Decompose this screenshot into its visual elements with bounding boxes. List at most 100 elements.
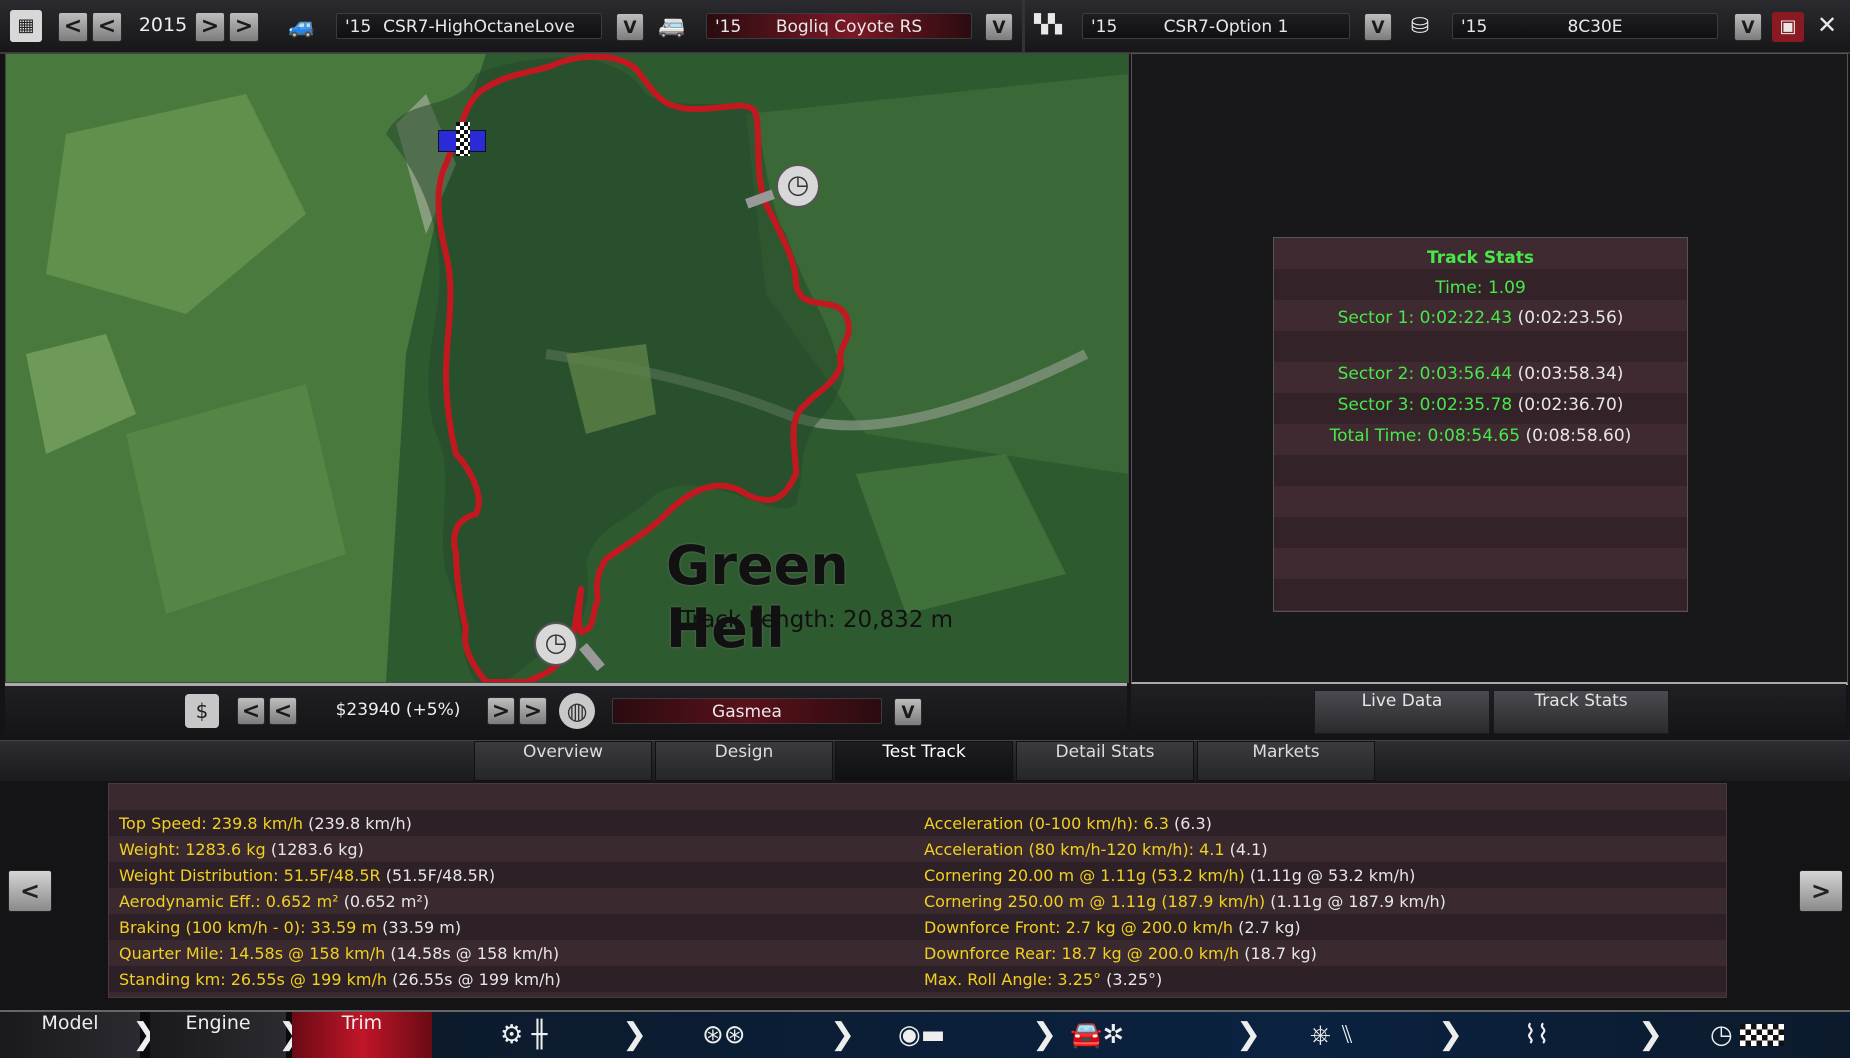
detail-row: Downforce Front: 2.7 kg @ 200.0 km/h (2.…	[924, 918, 1301, 937]
detail-value: Cornering 250.00 m @ 1.11g (187.9 km/h)	[924, 892, 1266, 911]
brakes-icon[interactable]: ◉▬	[898, 1012, 945, 1058]
market-name: Gasmea	[712, 702, 782, 722]
detail-stats-box: Top Speed: 239.8 km/h (239.8 km/h) Weigh…	[108, 783, 1727, 998]
detail-value: Downforce Rear: 18.7 kg @ 200.0 km/h	[924, 944, 1240, 963]
car-model-icon: 🚐	[658, 14, 686, 39]
close-icon[interactable]: ✕	[1812, 10, 1842, 40]
bottom-navigation: Model ❯ Engine ❯ Trim ⚙ ╫ ❯ ⊛⊛ ❯ ◉▬ ❯ 🚘✲…	[0, 1010, 1850, 1058]
year-prev-button[interactable]: <	[92, 12, 122, 42]
chevron-right-icon: ❯	[1638, 1017, 1664, 1052]
car-body-dropdown-button[interactable]: V	[616, 13, 644, 41]
sector1-row: Sector 1: 0:02:22.43 (0:02:23.56)	[1274, 308, 1687, 328]
total-time-row: Total Time: 0:08:54.65 (0:08:58.60)	[1274, 426, 1687, 446]
year-last-button[interactable]: >	[229, 12, 259, 42]
detail-value: Braking (100 km/h - 0): 33.59 m	[119, 918, 378, 937]
track-length: Track Length: 20,832 m	[681, 607, 954, 633]
detail-ref: (14.58s @ 158 km/h)	[390, 944, 560, 963]
track-stats-box: Track Stats Time: 1.09 Sector 1: 0:02:22…	[1273, 237, 1688, 612]
car-body-select[interactable]: '15 CSR7-HighOctaneLove	[336, 13, 602, 39]
year-first-button[interactable]: <	[58, 12, 88, 42]
engine-icon: ⛁	[1410, 14, 1430, 39]
trim-select[interactable]: '15 CSR7-Option 1	[1082, 13, 1350, 39]
detail-row: Acceleration (0-100 km/h): 6.3 (6.3)	[924, 814, 1212, 833]
detail-value: Acceleration (80 km/h-120 km/h): 4.1	[924, 840, 1225, 859]
chevron-right-icon: ❯	[1438, 1017, 1464, 1052]
price-prev-button[interactable]: <	[269, 697, 297, 725]
year-next-button[interactable]: >	[195, 12, 225, 42]
wheels-icon[interactable]: ⊛⊛	[702, 1012, 746, 1058]
detail-ref: (4.1)	[1229, 840, 1268, 859]
track-map: ◷ ◷ Green Hell Track Length: 20,832 m	[5, 53, 1129, 683]
detail-value: Aerodynamic Eff.: 0.652 m²	[119, 892, 339, 911]
car-model-name: Bogliq Coyote RS	[775, 17, 923, 37]
tab-design[interactable]: Design	[655, 741, 833, 781]
track-time: Time: 1.09	[1435, 278, 1526, 298]
chevron-right-icon: ❯	[1032, 1017, 1058, 1052]
engine-dropdown-button[interactable]: V	[1734, 13, 1762, 41]
sector-timer-icon: ◷	[534, 622, 578, 666]
engine-name: 8C30E	[1567, 17, 1623, 37]
details-next-button[interactable]: >	[1799, 870, 1843, 912]
sector3-row: Sector 3: 0:02:35.78 (0:02:36.70)	[1274, 395, 1687, 415]
detail-ref: (33.59 m)	[382, 918, 462, 937]
detail-value: Cornering 20.00 m @ 1.11g (53.2 km/h)	[924, 866, 1245, 885]
market-select[interactable]: Gasmea	[612, 698, 882, 724]
top-toolbar: ▦ < < 2015 > > 🚙 '15 CSR7-HighOctaneLove…	[0, 0, 1850, 54]
nav-model[interactable]: Model	[0, 1012, 140, 1058]
detail-ref: (6.3)	[1173, 814, 1212, 833]
suspension-icon[interactable]: ⌇⌇	[1524, 1012, 1549, 1058]
checkered-flag-icon	[1740, 1024, 1784, 1046]
tab-live-data[interactable]: Live Data	[1314, 690, 1490, 734]
tab-detail-stats[interactable]: Detail Stats	[1016, 741, 1194, 781]
detail-row: Braking (100 km/h - 0): 33.59 m (33.59 m…	[119, 918, 461, 937]
details-prev-button[interactable]: <	[8, 870, 52, 912]
tab-track-stats[interactable]: Track Stats	[1493, 690, 1669, 734]
sector2-time: Sector 2: 0:03:56.44	[1337, 364, 1513, 384]
price-last-button[interactable]: >	[519, 697, 547, 725]
interior-icon[interactable]: ⎈ ⑊	[1310, 1012, 1355, 1058]
detail-row: Cornering 250.00 m @ 1.11g (187.9 km/h) …	[924, 892, 1446, 911]
tab-markets[interactable]: Markets	[1197, 741, 1375, 781]
chevron-right-icon: ❯	[622, 1017, 648, 1052]
tab-overview[interactable]: Overview	[474, 741, 652, 781]
gearbox-icon[interactable]: ⚙ ╫	[500, 1012, 547, 1058]
detail-value: Acceleration (0-100 km/h): 6.3	[924, 814, 1169, 833]
main-tab-bar: Overview Design Test Track Detail Stats …	[0, 740, 1850, 781]
nav-trim[interactable]: Trim	[292, 1012, 432, 1058]
detail-ref: (26.55s @ 199 km/h)	[392, 970, 561, 989]
nav-engine[interactable]: Engine	[150, 1012, 286, 1058]
calendar-icon[interactable]: ▦	[10, 10, 42, 42]
aero-car-icon[interactable]: 🚘✲	[1070, 1012, 1124, 1058]
car-model-dropdown-button[interactable]: V	[985, 13, 1013, 41]
price-first-button[interactable]: <	[237, 697, 265, 725]
detail-ref: (3.25°)	[1106, 970, 1163, 989]
detail-row: Standing km: 26.55s @ 199 km/h (26.55s @…	[119, 970, 561, 989]
price-next-button[interactable]: >	[487, 697, 515, 725]
track-name: Green Hell	[666, 534, 849, 660]
sector1-time: Sector 1: 0:02:22.43	[1337, 308, 1513, 328]
detail-ref: (18.7 kg)	[1244, 944, 1317, 963]
detail-value: Weight Distribution: 51.5F/48.5R	[119, 866, 381, 885]
save-icon[interactable]: ▣	[1772, 12, 1804, 42]
total-time: Total Time: 0:08:54.65	[1329, 426, 1521, 446]
detail-row: Weight: 1283.6 kg (1283.6 kg)	[119, 840, 364, 859]
stats-tab-bar: Live Data Track Stats	[1131, 684, 1846, 736]
engine-select[interactable]: '15 8C30E	[1452, 13, 1718, 39]
detail-ref: (2.7 kg)	[1238, 918, 1301, 937]
detail-value: Top Speed: 239.8 km/h	[119, 814, 303, 833]
year-display: 2015	[138, 14, 188, 36]
detail-row: Aerodynamic Eff.: 0.652 m² (0.652 m²)	[119, 892, 429, 911]
market-dropdown-button[interactable]: V	[894, 698, 922, 726]
tab-test-track[interactable]: Test Track	[835, 741, 1013, 781]
sector2-row: Sector 2: 0:03:56.44 (0:03:58.34)	[1274, 364, 1687, 384]
detail-value: Standing km: 26.55s @ 199 km/h	[119, 970, 388, 989]
test-track-icon[interactable]: ◷	[1710, 1012, 1733, 1058]
sector3-time: Sector 3: 0:02:35.78	[1337, 395, 1513, 415]
detail-row: Cornering 20.00 m @ 1.11g (53.2 km/h) (1…	[924, 866, 1415, 885]
chevron-right-icon: ❯	[830, 1017, 856, 1052]
detail-ref: (1283.6 kg)	[270, 840, 364, 859]
car-model-select[interactable]: '15 Bogliq Coyote RS	[706, 13, 972, 39]
detail-value: Weight: 1283.6 kg	[119, 840, 266, 859]
trim-name: CSR7-Option 1	[1163, 17, 1289, 37]
trim-dropdown-button[interactable]: V	[1364, 13, 1392, 41]
